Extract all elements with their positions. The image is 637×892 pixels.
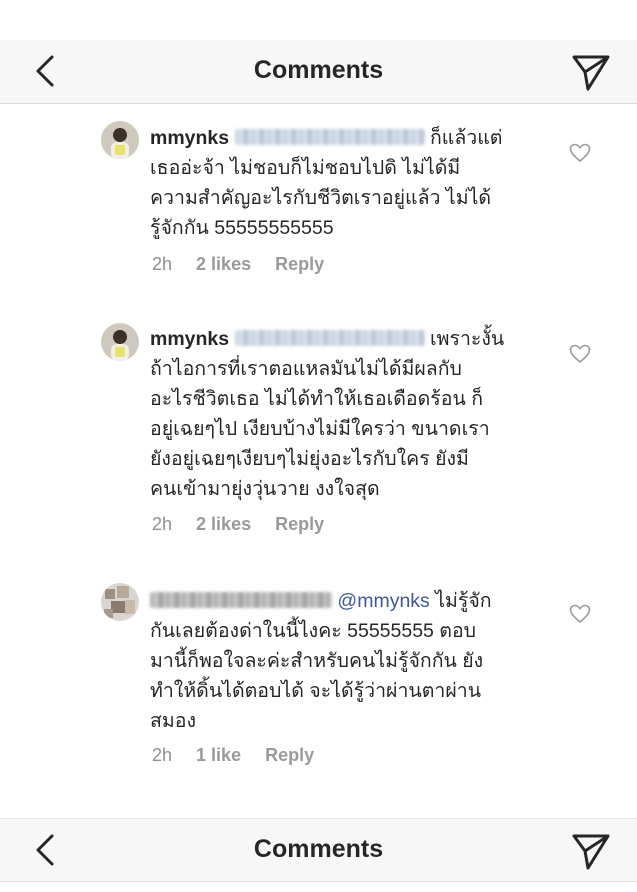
likes-count[interactable]: 2 likes (196, 514, 251, 534)
comment-meta: 2h 2 likes Reply (152, 514, 343, 535)
avatar[interactable] (101, 583, 139, 621)
top-margin (0, 0, 637, 40)
comments-header: Comments (0, 40, 637, 104)
blurred-mention (234, 129, 425, 145)
comment-text: @mmynks ไม่รู้จัก กันเลยต้องด่าในนี้ไงคะ… (150, 586, 535, 736)
heart-icon[interactable] (569, 143, 591, 163)
comment-line: คนเข้ามายุ่งวุ่นวาย งงใจสุด (150, 478, 380, 500)
comment-meta: 2h 2 likes Reply (152, 254, 343, 275)
comment-line: เพราะงั้น (429, 328, 505, 350)
comment-text: mmynks เพราะงั้น ถ้าไอการที่เราตอแหลมันไ… (150, 324, 535, 504)
comment-meta: 2h 1 like Reply (152, 745, 333, 766)
comment-line: ถ้าไอการที่เราตอแหลมันไม่ได้มีผลกับ (150, 358, 462, 380)
comment-text: mmynks ก็แล้วแต่ เธออ่ะจ้า ไม่ชอบก็ไม่ชอ… (150, 123, 535, 243)
comment-line: อะไรชีวิตเธอ ไม่ได้ทำให้เธอเดือดร้อน ก็ (150, 388, 484, 410)
comment-line: ยังอยู่เฉยๆเงียบๆไม่ยุ่งอะไรกับใคร ยังมี (150, 448, 469, 470)
comment-username[interactable]: mmynks (150, 328, 229, 350)
comment-time: 2h (152, 514, 173, 534)
avatar[interactable] (101, 121, 139, 159)
comment-line: สมอง (150, 710, 196, 732)
likes-count[interactable]: 1 like (196, 745, 241, 765)
heart-icon[interactable] (569, 604, 591, 624)
comment-line: ก็แล้วแต่ (429, 127, 503, 149)
page-title: Comments (253, 835, 384, 863)
comment-line: ไม่รู้จัก (435, 590, 492, 612)
comment-line: ทำให้ดิ้นได้ตอบได้ จะได้รู้ว่าผ่านตาผ่าน (150, 680, 482, 702)
comment-line: อยู่เฉยๆไป เงียบบ้างไม่มีใครว่า ขนาดเรา (150, 418, 490, 440)
blurred-mention (234, 330, 425, 346)
comment-line: กันเลยต้องด่าในนี้ไงคะ 55555555 ตอบ (150, 620, 477, 642)
comment-username[interactable]: mmynks (150, 127, 229, 149)
comment-line: ความสำคัญอะไรกับชีวิตเราอยู่แล้ว ไม่ได้ (150, 187, 492, 209)
mention-link[interactable]: @mmynks (337, 590, 429, 612)
comment-line: รู้จักกัน 55555555555 (150, 217, 334, 239)
page-title: Comments (253, 56, 384, 84)
heart-icon[interactable] (569, 344, 591, 364)
reply-button[interactable]: Reply (275, 254, 324, 274)
comment-time: 2h (152, 254, 173, 274)
comments-header-second: Comments (0, 818, 637, 882)
avatar[interactable] (101, 323, 139, 361)
comment-line: เธออ่ะจ้า ไม่ชอบก็ไม่ชอบไปดิ ไม่ได้มี (150, 157, 461, 179)
reply-button[interactable]: Reply (265, 745, 314, 765)
comment-time: 2h (152, 745, 173, 765)
comment-line: มานี้ก็พอใจละค่ะสำหรับคนไม่รู้จักกัน ยัง (150, 650, 484, 672)
blurred-username (150, 592, 332, 608)
paper-plane-icon[interactable] (571, 831, 611, 871)
paper-plane-icon[interactable] (571, 52, 611, 92)
likes-count[interactable]: 2 likes (196, 254, 251, 274)
reply-button[interactable]: Reply (275, 514, 324, 534)
